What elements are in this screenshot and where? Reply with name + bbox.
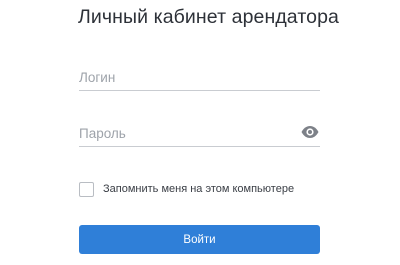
remember-label: Запомнить меня на этом компьютере <box>103 183 295 195</box>
eye-icon[interactable] <box>300 123 320 141</box>
password-input[interactable] <box>79 120 284 146</box>
login-button[interactable]: Войти <box>79 225 320 254</box>
remember-me: Запомнить меня на этом компьютере <box>79 180 294 198</box>
login-field <box>79 64 320 91</box>
password-field <box>79 120 320 147</box>
remember-checkbox[interactable] <box>79 181 94 197</box>
page-title: Личный кабинет арендатора <box>78 6 339 28</box>
login-input[interactable] <box>79 64 284 90</box>
